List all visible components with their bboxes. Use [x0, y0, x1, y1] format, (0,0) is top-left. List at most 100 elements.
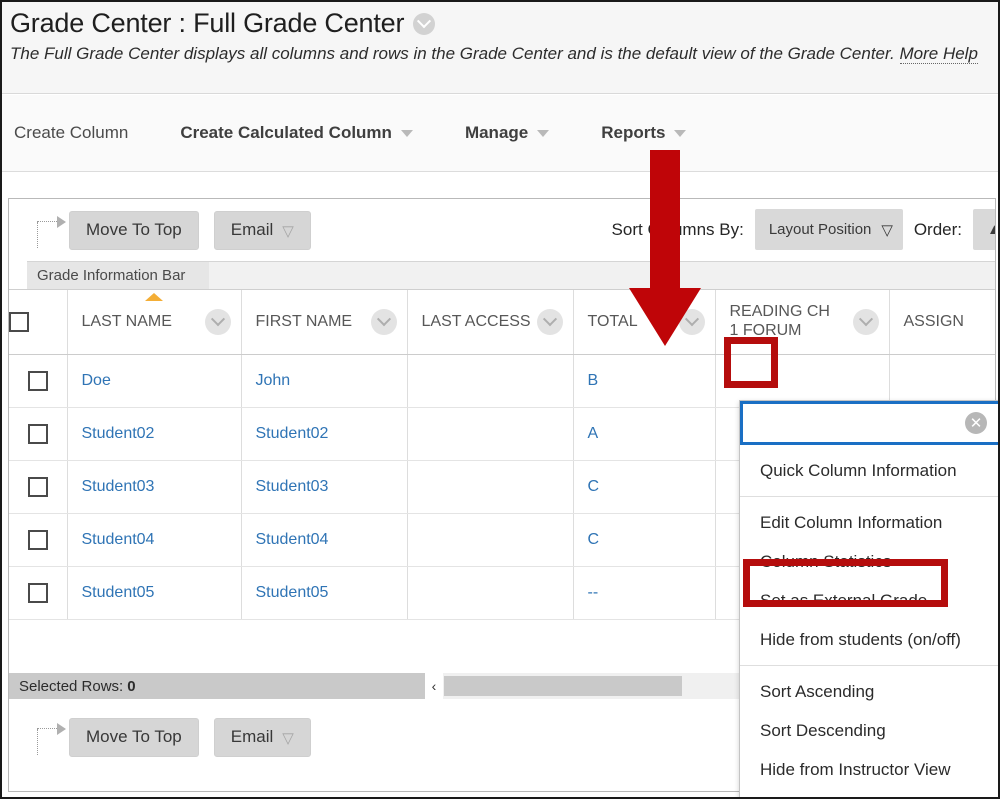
scroll-left-icon[interactable]: ‹ [425, 673, 443, 699]
row-select-cell [9, 566, 68, 620]
order-label: Order: [913, 219, 962, 239]
menu-item-hide-from-students[interactable]: Hide from students (on/off) [740, 620, 998, 659]
row-checkbox[interactable] [27, 370, 48, 391]
menu-item-edit-column-information[interactable]: Edit Column Information [740, 503, 998, 542]
row-checkbox[interactable] [27, 476, 48, 497]
column-header-total[interactable]: TOTAL [573, 290, 716, 355]
cell-total[interactable]: C [573, 460, 716, 514]
dotted-arrow-icon [35, 216, 69, 250]
dotted-arrow-icon [35, 723, 69, 757]
column-menu-chevron-icon-total[interactable] [678, 308, 705, 335]
row-select-cell [9, 407, 68, 461]
grade-information-bar[interactable]: Grade Information Bar [27, 261, 209, 289]
column-menu-chevron-icon[interactable] [536, 308, 563, 335]
column-header-last-access[interactable]: LAST ACCESS [407, 290, 574, 355]
cell-last-name[interactable]: Student04 [67, 513, 242, 567]
cell-first-name[interactable]: Student05 [241, 566, 408, 620]
selected-rows-count: 0 [127, 677, 136, 695]
close-circle-icon[interactable]: ✕ [965, 412, 987, 434]
column-menu-chevron-icon[interactable] [852, 308, 879, 335]
cell-first-name[interactable]: Student03 [241, 460, 408, 514]
cell-total[interactable]: B [573, 354, 716, 408]
context-menu-header: ✕ [740, 401, 998, 445]
row-checkbox[interactable] [27, 423, 48, 444]
menu-item-quick-column-information[interactable]: Quick Column Information [740, 451, 998, 490]
row-select-cell [9, 513, 68, 567]
cell-last-access[interactable] [407, 354, 574, 408]
row-checkbox[interactable] [27, 529, 48, 550]
column-header-label: ASSIGN [903, 312, 964, 330]
column-header-assign[interactable]: ASSIGN [889, 290, 995, 355]
email-button-top[interactable]: Email ▽ [213, 210, 311, 250]
sort-columns-by-value: Layout Position [768, 221, 872, 238]
cell-first-name[interactable]: Student02 [241, 407, 408, 461]
column-menu-chevron-icon[interactable] [370, 308, 397, 335]
menu-item-set-as-external-grade[interactable]: Set as External Grade [740, 581, 998, 620]
cell-last-access[interactable] [407, 566, 574, 620]
column-header-reading-ch-1-forum[interactable]: READING CH 1 FORUM [715, 290, 890, 355]
sort-controls: Sort Columns By: Layout Position ▽ Order… [612, 209, 995, 250]
cell-total[interactable]: C [573, 513, 716, 567]
chevron-down-icon [537, 129, 550, 137]
column-menu-chevron-icon[interactable] [204, 308, 231, 335]
column-header-label: LAST ACCESS [421, 312, 531, 330]
menu-item-sort-ascending[interactable]: Sort Ascending [740, 672, 998, 711]
create-column-button[interactable]: Create Column [14, 123, 128, 143]
grade-information-bar-row: Grade Information Bar [9, 261, 995, 289]
more-help-link[interactable]: More Help [899, 44, 978, 64]
chevron-down-circle-icon[interactable] [413, 12, 436, 35]
order-select[interactable]: ▲Ascending [973, 209, 995, 250]
selected-rows-status: Selected Rows: 0 [9, 673, 425, 699]
menu-item-sort-descending[interactable]: Sort Descending [740, 711, 998, 750]
cell-last-access[interactable] [407, 513, 574, 567]
cell-first-name[interactable]: John [241, 354, 408, 408]
reports-menu[interactable]: Reports [601, 123, 687, 143]
row-select-cell [9, 460, 68, 514]
cell-last-name[interactable]: Student05 [67, 566, 242, 620]
grade-information-bar-filler [209, 261, 995, 289]
chevron-down-icon [400, 129, 413, 137]
context-menu-group-3: Sort Ascending Sort Descending Hide from… [740, 665, 998, 797]
cell-last-access[interactable] [407, 460, 574, 514]
select-all-header [9, 290, 68, 355]
column-context-menu: ✕ Quick Column Information Edit Column I… [739, 400, 998, 797]
context-menu-group-2: Edit Column Information Column Statistic… [740, 496, 998, 665]
cell-first-name[interactable]: Student04 [241, 513, 408, 567]
cell-last-access[interactable] [407, 407, 574, 461]
move-to-top-button-bottom[interactable]: Move To Top [69, 717, 199, 757]
page-title: Grade Center : Full Grade Center [10, 8, 405, 38]
menu-item-delete-column[interactable]: Delete Column [740, 789, 998, 797]
reports-label: Reports [601, 123, 666, 142]
cell-last-name[interactable]: Student03 [67, 460, 242, 514]
move-to-top-button-top[interactable]: Move To Top [69, 210, 199, 250]
page-title-row: Grade Center : Full Grade Center [8, 8, 998, 39]
page-subtitle-text: The Full Grade Center displays all colum… [10, 44, 895, 63]
column-header-label: FIRST NAME [255, 312, 353, 330]
chevron-down-icon [674, 129, 687, 137]
create-calculated-column-label: Create Calculated Column [180, 123, 392, 142]
grade-center-page: Grade Center : Full Grade Center The Ful… [0, 0, 1000, 799]
sort-columns-by-label: Sort Columns By: [611, 219, 744, 239]
order-value: ▲Ascending [987, 221, 995, 238]
row-checkbox[interactable] [27, 582, 48, 603]
menu-item-hide-from-instructor-view[interactable]: Hide from Instructor View [740, 750, 998, 789]
create-calculated-column-menu[interactable]: Create Calculated Column [180, 123, 413, 143]
menu-item-column-statistics[interactable]: Column Statistics [740, 542, 998, 581]
cell-total[interactable]: -- [573, 566, 716, 620]
context-menu-group-1: Quick Column Information [740, 445, 998, 496]
column-header-last-name[interactable]: LAST NAME [67, 290, 242, 355]
select-all-checkbox[interactable] [9, 311, 29, 332]
cell-last-name[interactable]: Doe [67, 354, 242, 408]
manage-menu[interactable]: Manage [465, 123, 550, 143]
column-header-first-name[interactable]: FIRST NAME [241, 290, 408, 355]
cell-total[interactable]: A [573, 407, 716, 461]
top-control-strip: Move To Top Email ▽ Sort Columns By: Lay… [9, 199, 995, 261]
cell-last-name[interactable]: Student02 [67, 407, 242, 461]
email-button-bottom[interactable]: Email ▽ [213, 717, 311, 757]
column-header-label: LAST NAME [81, 312, 172, 330]
page-subtitle: The Full Grade Center displays all colum… [8, 44, 998, 64]
page-header: Grade Center : Full Grade Center The Ful… [2, 2, 998, 94]
email-label: Email [230, 220, 274, 239]
scrollbar-thumb[interactable] [444, 676, 682, 696]
sort-columns-by-select[interactable]: Layout Position ▽ [754, 209, 903, 250]
